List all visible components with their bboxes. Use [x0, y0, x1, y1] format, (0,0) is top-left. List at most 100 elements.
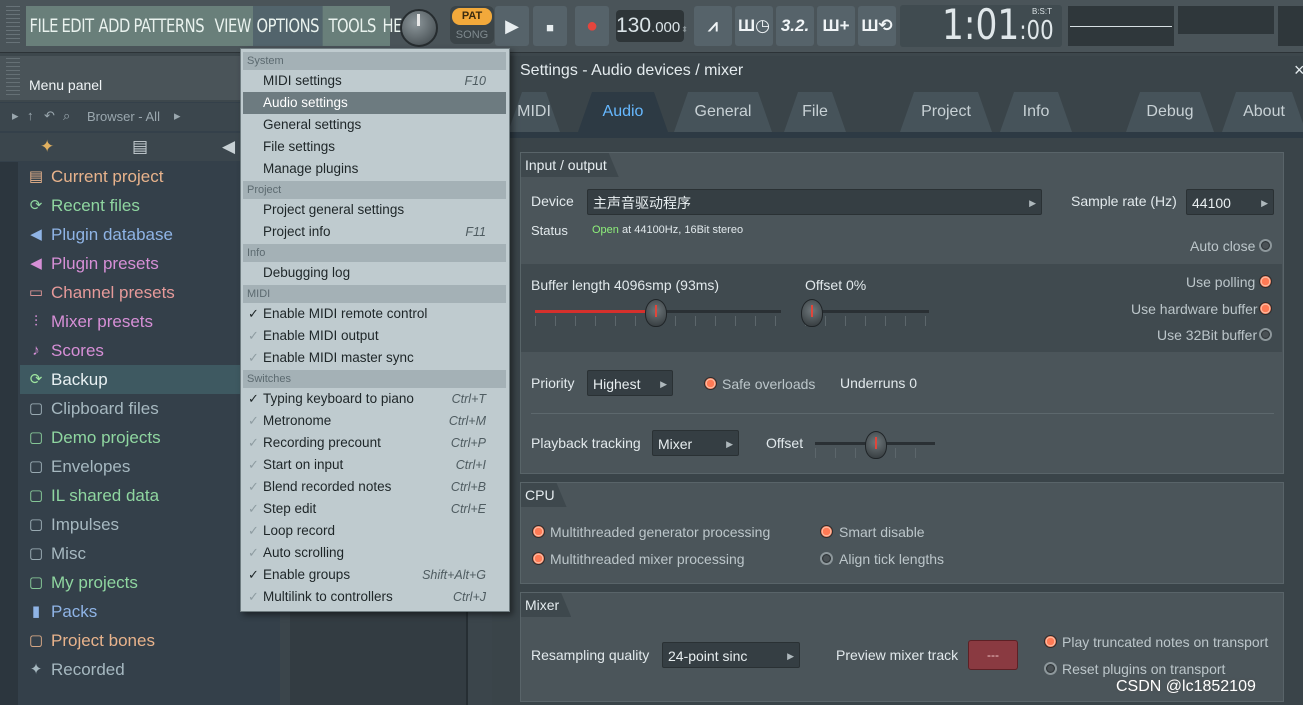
browser-item[interactable]: ⫶ Mixer presets	[20, 307, 250, 336]
mt-generator-toggle[interactable]	[532, 525, 545, 538]
menu-item[interactable]: ✓ Multilink to controllers Ctrl+J	[243, 586, 506, 608]
browser-item[interactable]: ▢ Project bones	[20, 626, 250, 655]
sample-rate-select[interactable]: 44100 ▶	[1186, 189, 1274, 215]
browser-item[interactable]: ◀ Plugin presets	[20, 249, 250, 278]
menu-item[interactable]: ✓ Step edit Ctrl+E	[243, 498, 506, 520]
all-tab-icon[interactable]: ✦	[40, 137, 54, 157]
menu-item[interactable]: Manage plugins	[243, 158, 506, 180]
browser-item[interactable]: ▢ Envelopes	[20, 452, 250, 481]
menu-patterns[interactable]: PATTERNS	[130, 6, 208, 46]
menu-item[interactable]: Project general settings	[243, 199, 506, 221]
menu-item[interactable]: Project info F11	[243, 221, 506, 243]
tab-project[interactable]: Project	[900, 92, 992, 132]
record-button[interactable]: ●	[575, 6, 609, 46]
use-hw-buffer-toggle[interactable]	[1259, 302, 1272, 315]
up-arrow-icon[interactable]: ↑	[27, 108, 34, 123]
loop-record-button[interactable]: Ш⟲	[858, 6, 896, 46]
menu-item[interactable]: ✓ Blend recorded notes Ctrl+B	[243, 476, 506, 498]
device-select[interactable]: 主声音驱动程序 ▶	[587, 189, 1042, 215]
stop-button[interactable]: ■	[533, 6, 567, 46]
align-tick-toggle[interactable]	[820, 552, 833, 565]
menu-item[interactable]: File settings	[243, 136, 506, 158]
buffer-slider-handle[interactable]	[645, 299, 667, 327]
safe-overloads-toggle[interactable]	[704, 377, 717, 390]
menu-item[interactable]: ✓ Loop record	[243, 520, 506, 542]
tab-about[interactable]: About	[1222, 92, 1303, 132]
menu-item[interactable]: ✓ Enable MIDI remote control	[243, 303, 506, 325]
browser-item[interactable]: ♪ Scores	[20, 336, 250, 365]
browser-item[interactable]: ▮ Packs	[20, 597, 250, 626]
menu-tools[interactable]: TOOLS	[325, 6, 379, 46]
tab-audio[interactable]: Audio	[578, 92, 668, 132]
menu-item[interactable]: ✓ Metronome Ctrl+M	[243, 410, 506, 432]
browser-item[interactable]: ▤ Current project	[20, 162, 250, 191]
browser-scroll-strip[interactable]	[0, 162, 18, 705]
smart-disable-toggle[interactable]	[820, 525, 833, 538]
offset-slider-track[interactable]	[805, 310, 929, 313]
browser-item[interactable]: ⟳ Backup	[20, 365, 250, 394]
menu-item[interactable]: Debugging log	[243, 262, 506, 284]
use-32bit-toggle[interactable]	[1259, 328, 1272, 341]
tempo-display[interactable]: 130.000⬍	[616, 10, 688, 42]
tab-general[interactable]: General	[674, 92, 772, 132]
menu-item[interactable]: MIDI settings F10	[243, 70, 506, 92]
song-mode-label[interactable]: SONG	[452, 29, 492, 43]
tab-info[interactable]: Info	[1000, 92, 1072, 132]
menu-item[interactable]: ✓ Typing keyboard to piano Ctrl+T	[243, 388, 506, 410]
menu-edit[interactable]: EDIT	[58, 6, 97, 46]
menu-add[interactable]: ADD	[95, 6, 133, 46]
browser-item[interactable]: ◀ Plugin database	[20, 220, 250, 249]
browser-item[interactable]: ▢ Misc	[20, 539, 250, 568]
metronome-tool-button[interactable]: ⩘	[694, 6, 732, 46]
menu-item[interactable]: ✓ Enable groups Shift+Alt+G	[243, 564, 506, 586]
menu-options[interactable]: OPTIONS	[252, 6, 323, 46]
close-icon[interactable]: ×	[1294, 60, 1303, 81]
play-truncated-toggle[interactable]	[1044, 635, 1057, 648]
browser-item[interactable]: ▭ Channel presets	[20, 278, 250, 307]
browser-item[interactable]: ▢ Demo projects	[20, 423, 250, 452]
options-dropdown-menu: System MIDI settings F10 Audio settings Gene…	[240, 48, 510, 612]
playback-tracking-select[interactable]: Mixer ▶	[652, 430, 739, 456]
play-button[interactable]: ▶	[495, 6, 529, 46]
menu-item[interactable]: ✓ Auto scrolling	[243, 542, 506, 564]
browser-item[interactable]: ⟳ Recent files	[20, 191, 250, 220]
menu-file[interactable]: FILE	[26, 6, 61, 46]
priority-select[interactable]: Highest ▶	[587, 370, 673, 396]
browser-item[interactable]: ▢ Impulses	[20, 510, 250, 539]
mt-mixer-toggle[interactable]	[532, 552, 545, 565]
menu-view[interactable]: VIEW	[211, 6, 254, 46]
pat-mode-label[interactable]: PAT	[452, 8, 492, 25]
wait-input-button[interactable]: Ш◷	[735, 6, 773, 46]
tab-file[interactable]: File	[784, 92, 846, 132]
tab-midi[interactable]: MIDI	[508, 92, 560, 132]
file-tab-icon[interactable]: ▤	[132, 137, 148, 157]
browser-title[interactable]: Browser - All	[87, 109, 160, 124]
menu-item[interactable]: ✓ Enable MIDI output	[243, 325, 506, 347]
countdown-button[interactable]: 3.2.	[776, 6, 814, 46]
menu-item[interactable]: General settings	[243, 114, 506, 136]
auto-close-toggle[interactable]	[1259, 239, 1272, 252]
master-volume-knob[interactable]	[400, 9, 438, 47]
search-icon[interactable]: ⌕	[63, 108, 70, 124]
browser-item[interactable]: ▢ Clipboard files	[20, 394, 250, 423]
collapse-arrow-icon[interactable]: ▸	[12, 108, 19, 124]
resampling-select[interactable]: 24-point sinc ▶	[662, 642, 800, 668]
menu-item[interactable]: Audio settings	[243, 92, 506, 114]
blend-notes-button[interactable]: Ш+	[817, 6, 855, 46]
menu-item[interactable]: ✓ Start on input Ctrl+I	[243, 454, 506, 476]
menu-panel-grip[interactable]	[6, 58, 20, 98]
menu-item[interactable]: ✓ Enable MIDI master sync	[243, 347, 506, 369]
browser-item[interactable]: ▢ My projects	[20, 568, 250, 597]
menu-item[interactable]: ✓ Recording precount Ctrl+P	[243, 432, 506, 454]
reset-plugins-toggle[interactable]	[1044, 662, 1057, 675]
use-polling-toggle[interactable]	[1259, 275, 1272, 288]
browser-item[interactable]: ▢ IL shared data	[20, 481, 250, 510]
audio-tab-icon[interactable]: ◀	[222, 137, 235, 157]
undo-icon[interactable]: ↶	[44, 108, 55, 124]
offset-slider-handle[interactable]	[801, 299, 823, 327]
toolbar-grip[interactable]	[6, 6, 20, 46]
tab-debug[interactable]: Debug	[1126, 92, 1214, 132]
browser-item[interactable]: ✦ Recorded	[20, 655, 250, 684]
playback-offset-handle[interactable]	[865, 431, 887, 459]
preview-mixer-track-button[interactable]: ---	[968, 640, 1018, 670]
